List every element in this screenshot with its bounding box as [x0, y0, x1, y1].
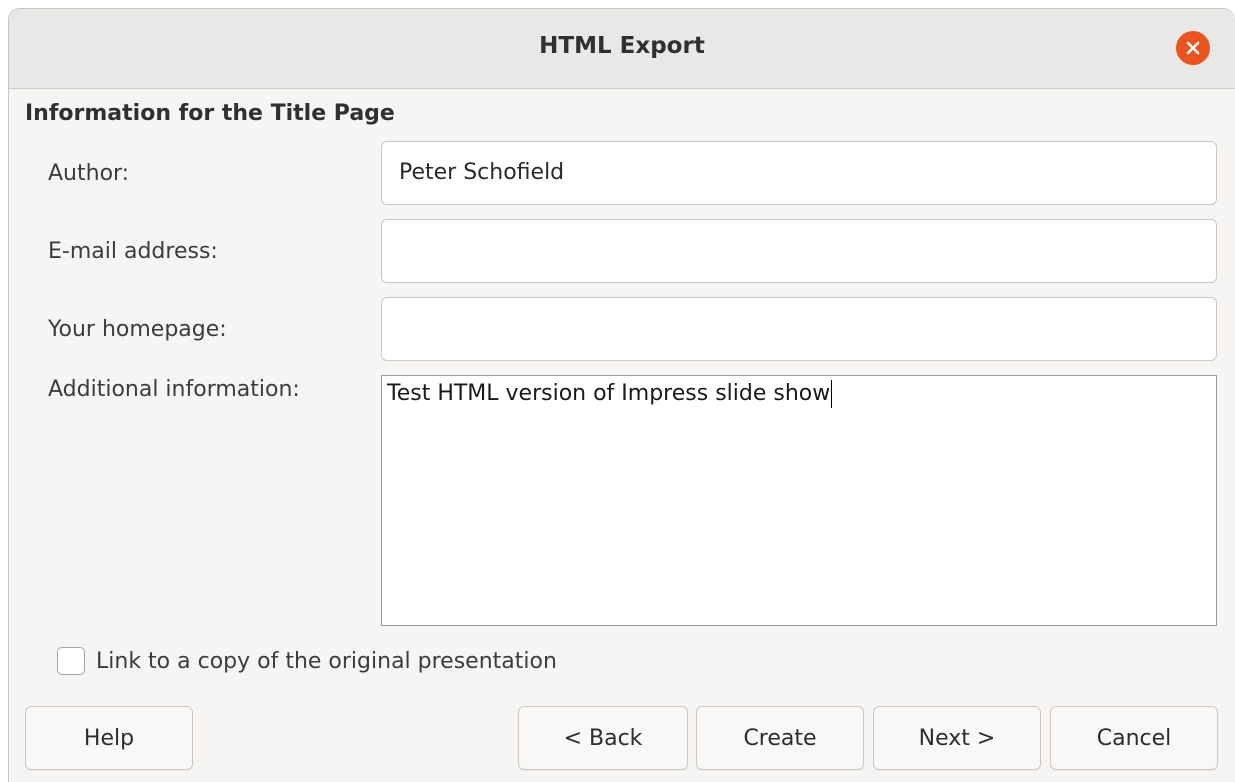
dialog-title: HTML Export — [539, 33, 705, 59]
close-icon — [1186, 41, 1200, 55]
create-button[interactable]: Create — [696, 706, 864, 770]
link-copy-label[interactable]: Link to a copy of the original presentat… — [96, 649, 557, 674]
email-field[interactable] — [381, 219, 1217, 283]
section-heading: Information for the Title Page — [25, 101, 395, 126]
cancel-button[interactable]: Cancel — [1050, 706, 1218, 770]
title-bar: HTML Export — [9, 9, 1235, 89]
homepage-field[interactable] — [381, 297, 1217, 361]
close-button[interactable] — [1176, 31, 1210, 65]
help-button[interactable]: Help — [25, 706, 193, 770]
link-copy-option[interactable]: Link to a copy of the original presentat… — [57, 645, 557, 677]
author-label: Author: — [48, 161, 130, 186]
link-copy-checkbox[interactable] — [57, 647, 85, 675]
additional-info-label: Additional information: — [48, 377, 300, 402]
text-caret — [831, 380, 833, 408]
additional-info-text: Test HTML version of Impress slide show — [387, 381, 831, 406]
next-button[interactable]: Next > — [873, 706, 1041, 770]
html-export-dialog: HTML Export Information for the Title Pa… — [8, 8, 1235, 782]
additional-info-textarea[interactable]: Test HTML version of Impress slide show — [381, 375, 1217, 626]
back-button[interactable]: < Back — [518, 706, 688, 770]
email-label: E-mail address: — [48, 239, 218, 264]
homepage-label: Your homepage: — [48, 317, 227, 342]
author-field[interactable]: Peter Schofield — [381, 141, 1217, 205]
